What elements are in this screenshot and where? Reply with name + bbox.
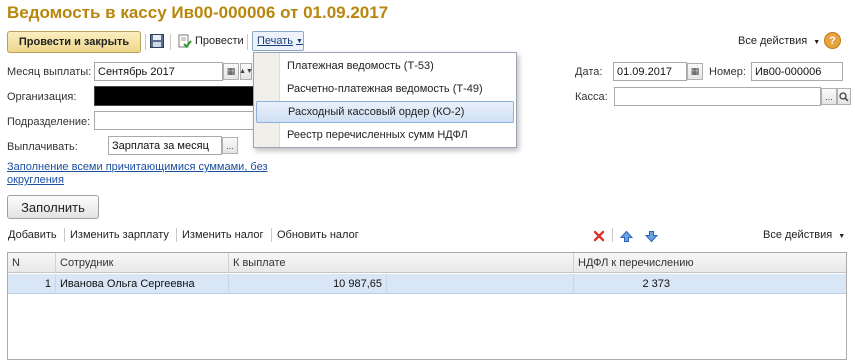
- department-field[interactable]: [94, 111, 254, 130]
- table-all-actions-label: Все действия: [763, 229, 833, 241]
- row-number: 1: [8, 274, 56, 294]
- table-row[interactable]: 1 Иванова Ольга Сергеевна 10 987,65 2 37…: [8, 274, 846, 294]
- chevron-down-icon: ▼: [813, 39, 821, 46]
- save-icon[interactable]: [149, 33, 165, 49]
- number-label: Номер:: [709, 66, 746, 78]
- calendar-icon[interactable]: ▦: [223, 63, 239, 80]
- select-ellipsis-icon[interactable]: ...: [821, 88, 837, 105]
- toolbar-separator: [176, 228, 177, 242]
- spinner-icon[interactable]: ▲▼: [239, 63, 253, 80]
- toolbar-separator: [145, 34, 146, 50]
- window-title: Ведомость в кассу Ив00-000006 от 01.09.2…: [7, 3, 389, 22]
- add-row-button[interactable]: Добавить: [8, 229, 57, 241]
- column-header-amount[interactable]: К выплате: [229, 253, 574, 273]
- organization-label: Организация:: [7, 91, 77, 103]
- move-down-icon[interactable]: [643, 228, 659, 244]
- row-employee: Иванова Ольга Сергеевна: [56, 274, 229, 294]
- print-dropdown-menu: Платежная ведомость (Т-53) Расчетно-плат…: [253, 52, 517, 148]
- chevron-down-icon: ▼: [838, 233, 846, 240]
- chevron-down-icon: ▼: [296, 37, 303, 45]
- row-amount: 10 987,65: [229, 274, 387, 294]
- organization-field-redacted[interactable]: [94, 86, 254, 106]
- menu-item-t49[interactable]: Расчетно-платежная ведомость (Т-49): [256, 78, 514, 100]
- change-tax-button[interactable]: Изменить налог: [182, 229, 264, 241]
- cash-desk-label: Касса:: [575, 91, 608, 103]
- date-field[interactable]: 01.09.2017: [613, 62, 687, 81]
- table-all-actions-menu[interactable]: Все действия ▼: [763, 229, 845, 241]
- row-ndfl: 2 373: [642, 278, 670, 290]
- pay-type-field[interactable]: Зарплата за месяц: [108, 136, 222, 155]
- all-actions-label: Все действия: [738, 35, 808, 47]
- change-salary-button[interactable]: Изменить зарплату: [70, 229, 169, 241]
- month-label: Месяц выплаты:: [7, 66, 92, 78]
- date-label: Дата:: [575, 66, 603, 78]
- post-button[interactable]: Провести: [195, 35, 244, 47]
- column-header-n[interactable]: N: [8, 253, 56, 273]
- toolbar-separator: [612, 228, 613, 242]
- column-header-employee[interactable]: Сотрудник: [56, 253, 229, 273]
- calendar-icon[interactable]: ▦: [687, 63, 703, 80]
- fill-button[interactable]: Заполнить: [7, 195, 99, 219]
- all-actions-menu[interactable]: Все действия ▼: [738, 35, 820, 47]
- column-header-ndfl[interactable]: НДФЛ к перечислению: [574, 253, 846, 273]
- delete-icon[interactable]: [591, 228, 607, 244]
- month-field[interactable]: Сентябрь 2017: [94, 62, 223, 81]
- select-ellipsis-icon[interactable]: ...: [222, 137, 238, 154]
- move-up-icon[interactable]: [618, 228, 634, 244]
- table-header: N Сотрудник К выплате НДФЛ к перечислени…: [8, 253, 846, 273]
- toolbar-separator: [170, 34, 171, 50]
- row-empty-cell: [387, 274, 574, 294]
- toolbar-separator: [271, 228, 272, 242]
- print-button[interactable]: Печать ▼: [252, 31, 304, 51]
- menu-item-t53[interactable]: Платежная ведомость (Т-53): [256, 55, 514, 77]
- search-icon[interactable]: [837, 88, 851, 105]
- help-icon[interactable]: ?: [824, 32, 841, 49]
- cash-desk-field[interactable]: [614, 87, 821, 106]
- fill-all-link[interactable]: Заполнение всеми причитающимися суммами,…: [7, 161, 282, 187]
- employees-table: N Сотрудник К выплате НДФЛ к перечислени…: [7, 252, 847, 360]
- post-document-icon[interactable]: [176, 33, 192, 49]
- pay-type-label: Выплачивать:: [7, 141, 78, 153]
- menu-item-ko2[interactable]: Расходный кассовый ордер (КО-2): [256, 101, 514, 123]
- print-button-label: Печать: [257, 35, 294, 47]
- number-field[interactable]: Ив00-000006: [751, 62, 843, 81]
- department-label: Подразделение:: [7, 116, 91, 128]
- menu-item-ndfl-registry[interactable]: Реестр перечисленных сумм НДФЛ: [256, 124, 514, 146]
- toolbar-separator: [64, 228, 65, 242]
- toolbar-separator: [247, 34, 248, 50]
- update-tax-button[interactable]: Обновить налог: [277, 229, 359, 241]
- post-and-close-button[interactable]: Провести и закрыть: [7, 31, 141, 53]
